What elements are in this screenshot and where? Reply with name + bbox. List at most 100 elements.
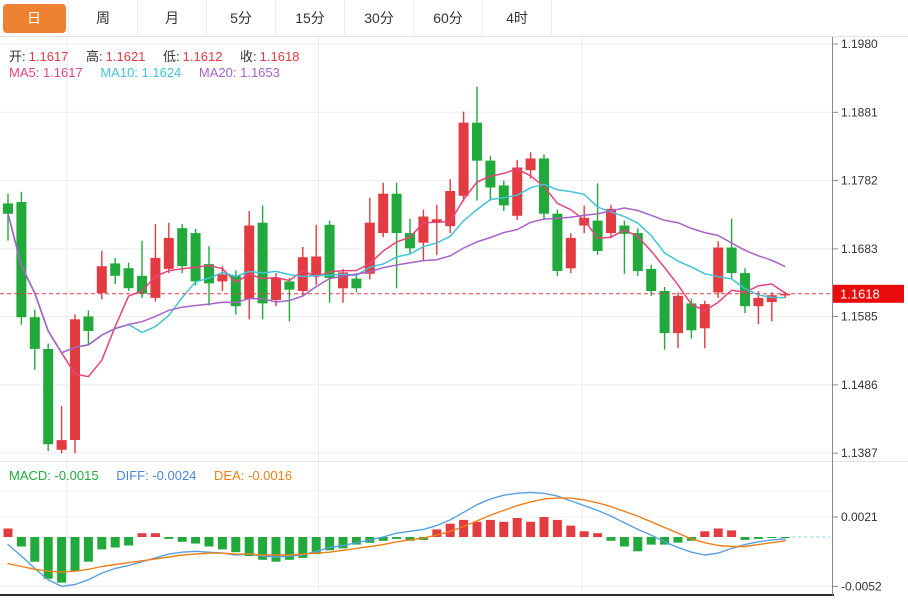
candlestick[interactable] xyxy=(686,303,696,330)
candlestick[interactable] xyxy=(405,233,415,248)
close-label: 收: xyxy=(240,49,257,64)
candlestick[interactable] xyxy=(110,263,120,275)
axis-label: 1.1585 xyxy=(841,310,878,324)
macd-bar xyxy=(566,526,575,537)
candlestick[interactable] xyxy=(472,123,482,161)
candlestick[interactable] xyxy=(284,281,294,289)
tab-5min-label: 5分 xyxy=(210,4,273,33)
tab-15min[interactable]: 15分 xyxy=(276,0,345,36)
candlestick[interactable] xyxy=(512,168,522,216)
macd-bar xyxy=(178,537,187,542)
macd-bar xyxy=(30,537,39,562)
candlestick[interactable] xyxy=(485,161,495,188)
candlestick[interactable] xyxy=(700,304,710,328)
macd-bar xyxy=(97,537,106,549)
macd-bar xyxy=(499,522,508,537)
candlestick[interactable] xyxy=(124,268,134,288)
candlestick[interactable] xyxy=(526,159,536,171)
candlestick[interactable] xyxy=(244,226,254,300)
close-value: 1.1618 xyxy=(260,49,300,64)
candlestick[interactable] xyxy=(325,225,335,278)
candlestick[interactable] xyxy=(499,185,509,205)
candlestick[interactable] xyxy=(30,317,40,349)
axis-label: 1.1683 xyxy=(841,242,878,256)
axis-label: 1.1980 xyxy=(841,37,878,51)
ma20-value: MA20: 1.1653 xyxy=(199,65,280,80)
candlestick[interactable] xyxy=(566,238,576,268)
candlestick[interactable] xyxy=(660,291,670,333)
macd-bar xyxy=(245,537,254,556)
trading-chart-widget: 1.16181.19801.18811.17821.16831.15851.14… xyxy=(0,0,908,601)
tab-15min-label: 15分 xyxy=(279,4,342,33)
macd-bar xyxy=(741,537,750,540)
candlestick[interactable] xyxy=(83,317,93,332)
candlestick[interactable] xyxy=(164,238,174,269)
tab-60min[interactable]: 60分 xyxy=(414,0,483,36)
candlestick[interactable] xyxy=(392,194,402,233)
macd-bar xyxy=(486,520,495,537)
macd-bar xyxy=(71,537,80,571)
candlestick-chart[interactable]: 1.16181.19801.18811.17821.16831.15851.14… xyxy=(0,0,908,601)
candlestick[interactable] xyxy=(311,257,321,276)
candlestick[interactable] xyxy=(43,349,53,444)
candlestick[interactable] xyxy=(378,194,388,233)
candlestick[interactable] xyxy=(97,266,107,293)
candlestick[interactable] xyxy=(258,223,268,304)
macd-bar xyxy=(164,537,173,539)
indicator-line xyxy=(8,498,785,572)
axis-label: 1.1486 xyxy=(841,378,878,392)
candlestick[interactable] xyxy=(459,123,469,196)
candlestick[interactable] xyxy=(217,275,227,282)
ma10-value: MA10: 1.1624 xyxy=(100,65,181,80)
macd-bar xyxy=(57,537,66,583)
candlestick[interactable] xyxy=(3,203,13,213)
candlestick[interactable] xyxy=(16,202,26,317)
candlestick[interactable] xyxy=(593,221,603,251)
tab-week[interactable]: 周 xyxy=(69,0,138,36)
candlestick[interactable] xyxy=(418,217,428,243)
macd-bar xyxy=(459,520,468,537)
candlestick[interactable] xyxy=(633,233,643,271)
macd-bar xyxy=(553,520,562,537)
macd-bar xyxy=(700,531,709,537)
tab-30min[interactable]: 30分 xyxy=(345,0,414,36)
candlestick[interactable] xyxy=(57,440,67,450)
candlestick[interactable] xyxy=(713,248,723,293)
axis-label: 1.1387 xyxy=(841,446,878,460)
candlestick[interactable] xyxy=(351,279,361,289)
ma-readout: MA5: 1.1617 MA10: 1.1624 MA20: 1.1653 xyxy=(9,65,283,80)
candlestick[interactable] xyxy=(271,278,281,300)
macd-bar xyxy=(44,537,53,579)
candlestick[interactable] xyxy=(646,269,656,291)
candlestick[interactable] xyxy=(552,214,562,271)
macd-bar xyxy=(607,537,616,541)
tab-month[interactable]: 月 xyxy=(138,0,207,36)
tab-day[interactable]: 日 xyxy=(0,0,69,36)
axis-label: 1.1881 xyxy=(841,105,878,119)
macd-bar xyxy=(111,537,120,548)
candlestick[interactable] xyxy=(191,233,201,281)
macd-bar xyxy=(526,522,535,537)
candlestick[interactable] xyxy=(727,248,737,274)
macd-bar xyxy=(151,533,160,537)
macd-readout: MACD: -0.0015 DIFF: -0.0024 DEA: -0.0016 xyxy=(9,468,295,483)
tab-5min[interactable]: 5分 xyxy=(207,0,276,36)
candlestick[interactable] xyxy=(70,319,80,440)
macd-bar xyxy=(754,537,763,539)
macd-bar xyxy=(231,537,240,552)
macd-bar xyxy=(191,537,200,544)
tab-week-label: 周 xyxy=(72,4,135,33)
tab-4hour[interactable]: 4时 xyxy=(483,0,552,36)
high-value: 1.1621 xyxy=(106,49,146,64)
candlestick[interactable] xyxy=(150,258,160,298)
period-tabbar: 日周月5分15分30分60分4时 xyxy=(0,0,908,37)
tab-30min-label: 30分 xyxy=(348,4,411,33)
candlestick[interactable] xyxy=(753,298,763,306)
tab-day-label: 日 xyxy=(3,4,66,33)
candlestick[interactable] xyxy=(177,228,187,266)
macd-bar xyxy=(84,537,93,562)
candlestick[interactable] xyxy=(673,296,683,333)
high-label: 高: xyxy=(86,49,103,64)
macd-bar xyxy=(4,529,13,538)
tab-4hour-label: 4时 xyxy=(486,4,549,33)
